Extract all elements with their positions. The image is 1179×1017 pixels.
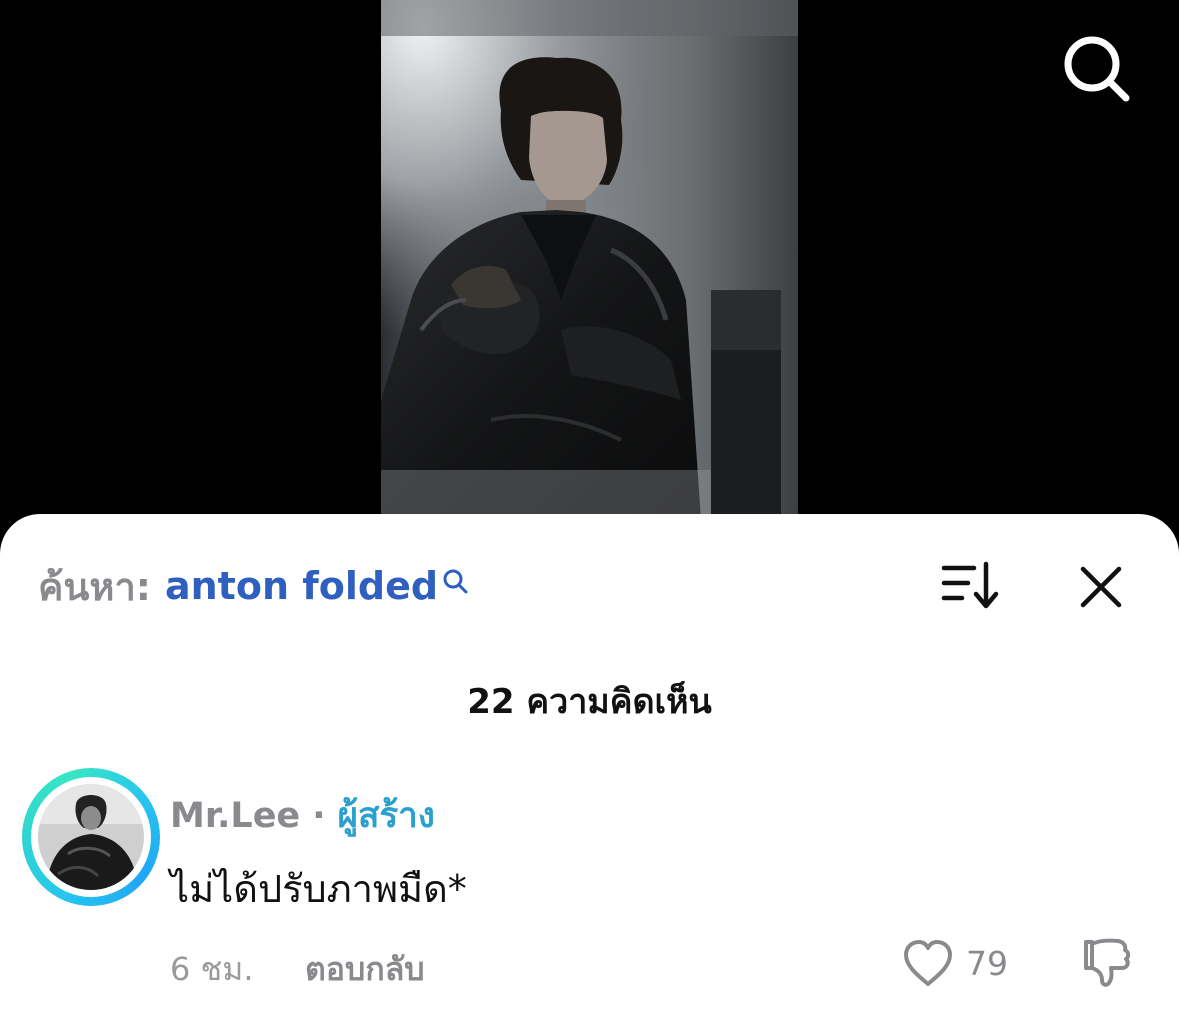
- like-count: 79: [966, 944, 1008, 983]
- search-query-term[interactable]: anton folded: [165, 564, 438, 608]
- search-icon: [442, 559, 468, 594]
- close-button[interactable]: [1078, 564, 1124, 610]
- search-query[interactable]: ค้นหา: anton folded: [38, 556, 468, 616]
- creator-badge: ผู้สร้าง: [337, 796, 435, 836]
- search-query-prefix: ค้นหา:: [38, 564, 151, 609]
- search-icon[interactable]: [1060, 32, 1132, 104]
- comment-timestamp: 6 ชม.: [170, 950, 254, 988]
- video-player[interactable]: [381, 0, 798, 520]
- dislike-button[interactable]: [1078, 934, 1136, 992]
- close-icon: [1080, 566, 1122, 608]
- screen: ค้นหา: anton folded 22 ความคิดเห็น Mr.Le…: [0, 0, 1179, 1017]
- comment-text: ไม่ได้ปรับภาพมืด*: [170, 867, 467, 911]
- sort-icon: [941, 561, 999, 609]
- avatar-image: [38, 784, 144, 890]
- heart-icon: [904, 940, 952, 986]
- like-button[interactable]: [900, 936, 956, 992]
- avatar[interactable]: [22, 768, 160, 906]
- thumbs-down-icon: [1084, 938, 1131, 987]
- author-separator: ·: [312, 795, 326, 836]
- sort-button[interactable]: [940, 560, 1000, 612]
- comment-author[interactable]: Mr.Lee: [170, 796, 300, 836]
- comment-author-line: Mr.Lee · ผู้สร้าง: [170, 788, 435, 843]
- reply-button[interactable]: ตอบกลับ: [305, 944, 425, 995]
- comment-count: 22 ความคิดเห็น: [467, 682, 712, 722]
- video-frame-image: [381, 0, 798, 520]
